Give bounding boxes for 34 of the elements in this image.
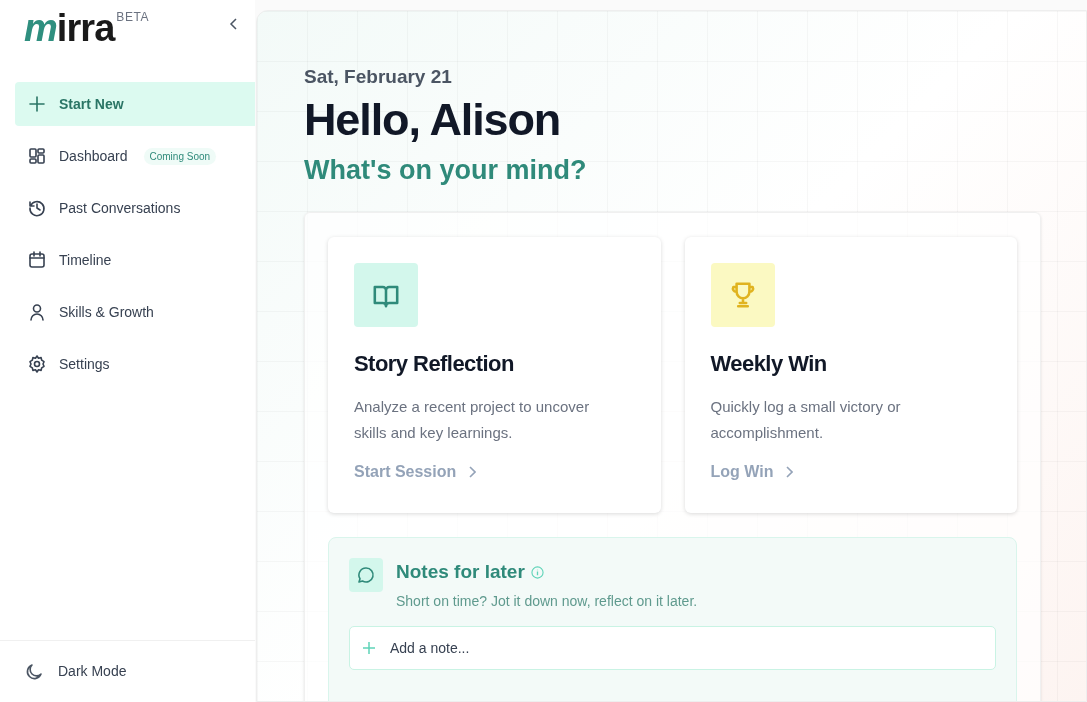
- greeting-heading: Hello, Alison: [304, 93, 562, 146]
- nav-item[interactable]: Skills & Growth: [15, 290, 255, 334]
- nav-item[interactable]: Past Conversations: [15, 186, 255, 230]
- calendar-icon: [27, 250, 47, 270]
- card-description: Analyze a recent project to uncover skills and key learnings.: [354, 397, 591, 443]
- date-label: Sat, February 21: [304, 65, 453, 89]
- notes-title: Notes for later: [396, 560, 525, 584]
- dashboard-icon: [27, 146, 47, 166]
- nav-item[interactable]: Settings: [15, 342, 255, 386]
- card-description: Quickly log a small victory or accomplishment.: [710, 397, 902, 443]
- nav-item[interactable]: Dashboard Coming Soon: [15, 134, 255, 178]
- settings-icon: [27, 354, 47, 374]
- beta-label: BETA: [116, 9, 150, 26]
- nav-item[interactable]: Timeline: [15, 238, 255, 282]
- chevron-right-icon: [468, 466, 477, 478]
- action-card[interactable]: Story Reflection Analyze a recent project to uncover skills and key learnings. Start Session: [328, 237, 661, 513]
- dark-mode-button[interactable]: Dark Mode: [24, 661, 127, 682]
- card-title: Weekly Win: [710, 350, 828, 378]
- moon-icon: [24, 661, 44, 682]
- prompt-heading: What's on your mind?: [304, 153, 588, 187]
- add-note-field[interactable]: Add a note...: [349, 625, 996, 670]
- history-icon: [27, 198, 47, 218]
- nav-item[interactable]: Start New: [15, 82, 255, 126]
- coming-soon-tag: Coming Soon: [143, 147, 217, 165]
- notes-subtitle: Short on time? Jot it down now, reflect on it later.: [396, 591, 698, 611]
- chevron-right-icon: [785, 466, 794, 478]
- mirra-logo: mirra: [24, 8, 115, 48]
- card-title: Story Reflection: [354, 350, 515, 378]
- plus-icon: [363, 641, 375, 654]
- action-card[interactable]: Weekly Win Quickly log a small victory or accomplishment. Log Win: [684, 237, 1017, 513]
- speech-bubble-icon: [349, 558, 383, 592]
- plus-icon: [27, 94, 47, 114]
- user-icon: [27, 302, 47, 322]
- collapse-button[interactable]: [229, 18, 239, 30]
